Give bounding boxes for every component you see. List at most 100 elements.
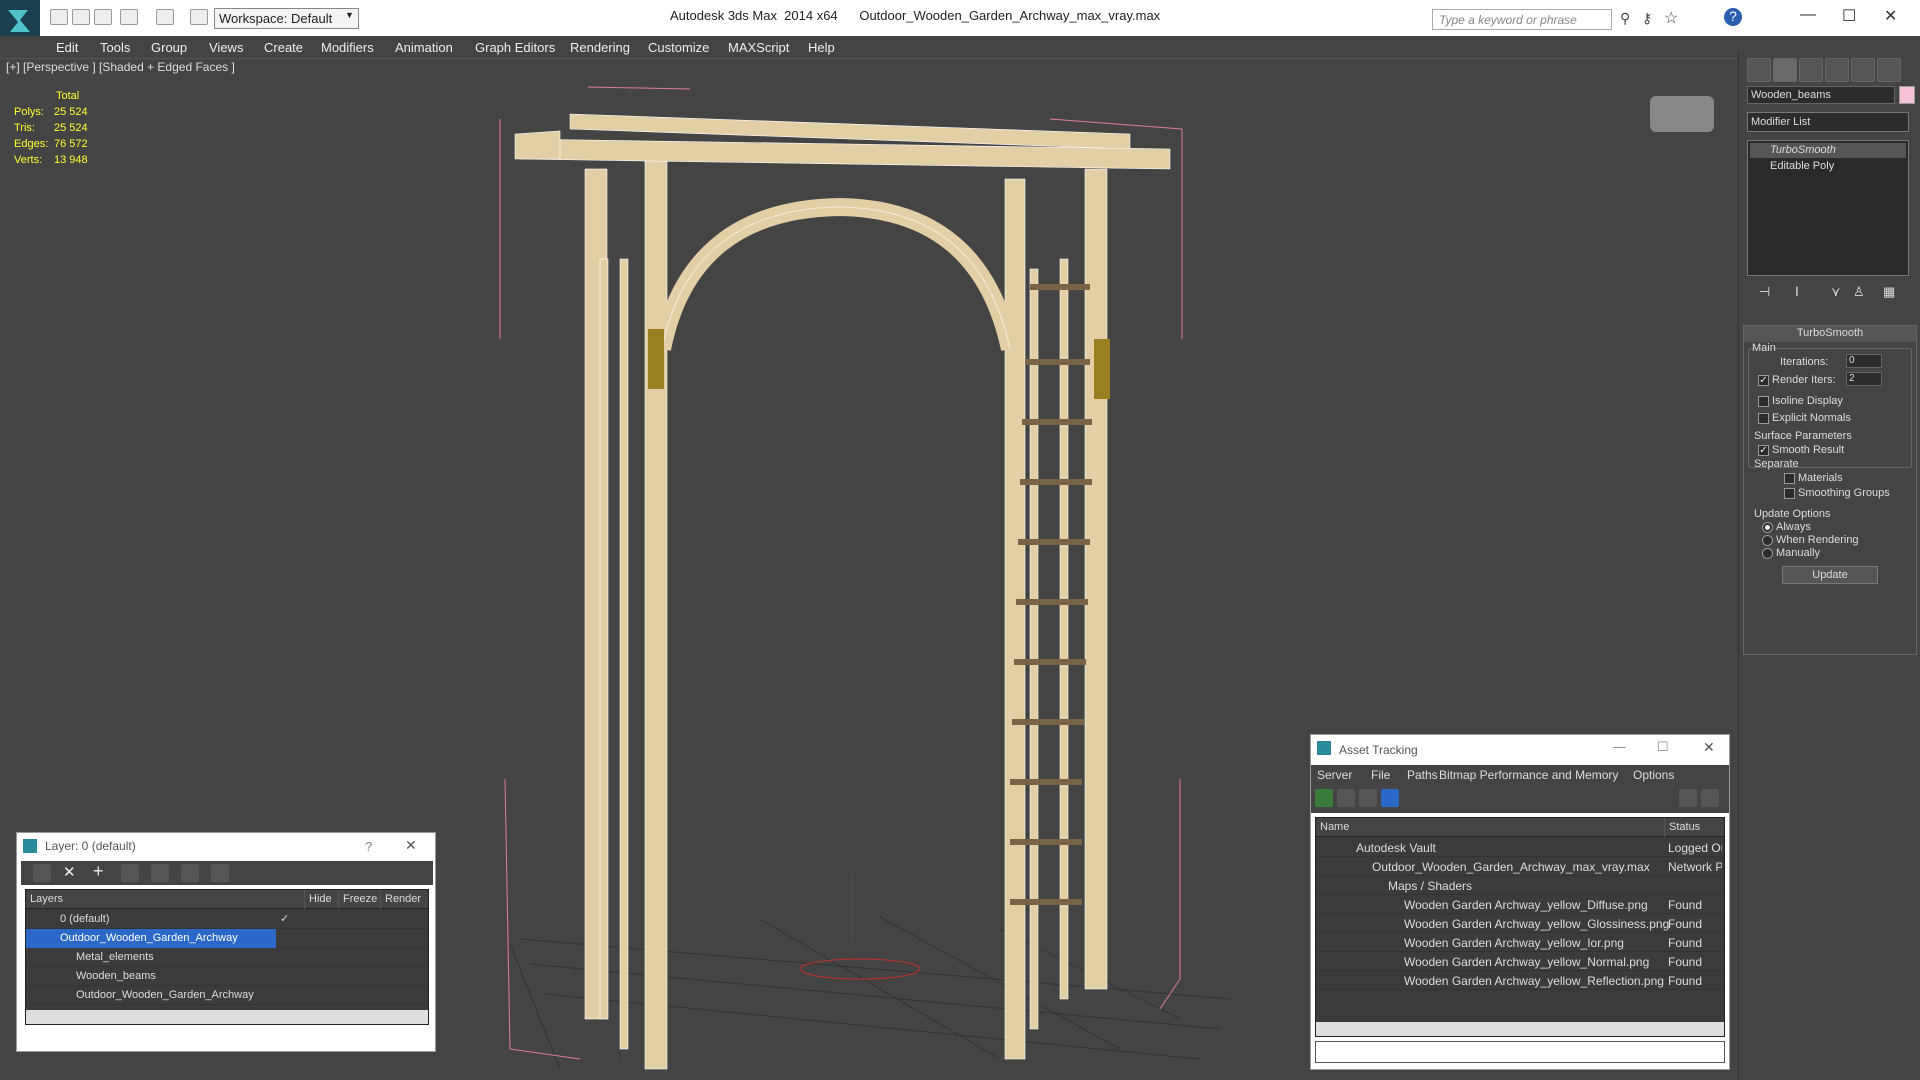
object-name-field[interactable]: Wooden_beams — [1747, 86, 1895, 104]
manually-radio[interactable] — [1762, 548, 1773, 559]
menu-maxscript[interactable]: MAXScript — [728, 40, 789, 55]
save-file-icon[interactable] — [94, 9, 112, 25]
smoothing-groups-checkbox[interactable] — [1784, 488, 1795, 499]
asset-maximize-icon[interactable]: ☐ — [1657, 739, 1669, 755]
asset-row[interactable]: Wooden Garden Archway_yellow_Ior.png Foun… — [1316, 933, 1724, 952]
col-freeze[interactable]: Freeze — [338, 890, 377, 909]
redo-icon[interactable] — [156, 9, 174, 25]
layer-row[interactable]: Metal_elements — [26, 948, 428, 967]
when-rendering-radio[interactable] — [1762, 535, 1773, 546]
menu-views[interactable]: Views — [209, 40, 243, 55]
col-status[interactable]: Status — [1664, 818, 1700, 837]
always-radio[interactable] — [1762, 522, 1773, 533]
asset-path-field[interactable] — [1315, 1041, 1725, 1063]
asset-menu-file[interactable]: File — [1371, 768, 1390, 782]
motion-tab-icon[interactable] — [1825, 58, 1849, 82]
modify-tab-icon[interactable] — [1773, 58, 1797, 82]
menu-rendering[interactable]: Rendering — [570, 40, 630, 55]
menu-edit[interactable]: Edit — [56, 40, 78, 55]
asset-menu-paths[interactable]: Paths — [1407, 768, 1438, 782]
stack-item-editable-poly[interactable]: Editable Poly — [1750, 159, 1906, 174]
thumbnail-view-icon[interactable] — [1359, 789, 1377, 807]
col-layers[interactable]: Layers — [30, 893, 63, 905]
key-icon[interactable]: ⚷ — [1642, 10, 1652, 27]
update-button[interactable]: Update — [1782, 566, 1878, 584]
table-view-icon[interactable] — [1381, 789, 1399, 807]
explicit-normals-checkbox[interactable] — [1758, 413, 1769, 424]
freeze-unfreeze-all-icon[interactable] — [211, 864, 229, 882]
highlight-selected-icon[interactable] — [151, 864, 169, 882]
close-icon[interactable]: ✕ — [1884, 6, 1897, 26]
asset-scrollbar[interactable] — [1316, 1022, 1724, 1036]
layer-row[interactable]: Outdoor_Wooden_Garden_Archway — [26, 929, 428, 948]
asset-row[interactable]: Wooden Garden Archway_yellow_Glossiness.… — [1316, 914, 1724, 933]
star-icon[interactable]: ☆ — [1664, 8, 1678, 28]
undo-icon[interactable] — [120, 9, 138, 25]
asset-row[interactable]: Wooden Garden Archway_yellow_Diffuse.png… — [1316, 895, 1724, 914]
menu-help[interactable]: Help — [808, 40, 835, 55]
viewcube[interactable] — [1650, 96, 1714, 132]
asset-row[interactable]: Maps / Shaders — [1316, 876, 1724, 895]
layers-scrollbar[interactable] — [26, 1010, 428, 1024]
search-input[interactable]: Type a keyword or phrase — [1432, 9, 1612, 30]
maximize-icon[interactable]: ☐ — [1842, 6, 1856, 26]
create-layer-icon[interactable] — [33, 864, 51, 882]
binoculars-icon[interactable]: ⚲ — [1620, 10, 1630, 27]
minimize-icon[interactable]: — — [1800, 6, 1816, 24]
iterations-spinner[interactable]: 0 — [1846, 354, 1882, 368]
smooth-result-checkbox[interactable] — [1758, 445, 1769, 456]
create-tab-icon[interactable] — [1747, 58, 1771, 82]
render-iters-checkbox[interactable] — [1758, 375, 1769, 386]
add-to-layer-icon[interactable]: + — [93, 861, 104, 882]
asset-menu-bitmap[interactable]: Bitmap Performance and Memory — [1439, 768, 1618, 782]
layer-row[interactable]: Outdoor_Wooden_Garden_Archway — [26, 986, 428, 1005]
list-view-icon[interactable] — [1337, 789, 1355, 807]
new-file-icon[interactable] — [50, 9, 68, 25]
layer-close-icon[interactable]: ✕ — [405, 837, 417, 854]
menu-tools[interactable]: Tools — [100, 40, 130, 55]
menu-modifiers[interactable]: Modifiers — [321, 40, 374, 55]
asset-help-icon[interactable] — [1679, 789, 1697, 807]
menu-customize[interactable]: Customize — [648, 40, 709, 55]
remove-modifier-icon[interactable]: ♙ — [1853, 284, 1865, 300]
hierarchy-tab-icon[interactable] — [1799, 58, 1823, 82]
layer-help-icon[interactable]: ? — [365, 839, 372, 854]
refresh-icon[interactable] — [1315, 789, 1333, 807]
isoline-display-checkbox[interactable] — [1758, 396, 1769, 407]
asset-row[interactable]: Wooden Garden Archway_yellow_Reflection.… — [1316, 971, 1724, 990]
workspace-dropdown[interactable]: Workspace: Default — [214, 8, 359, 29]
menu-graph-editors[interactable]: Graph Editors — [475, 40, 555, 55]
rollout-title[interactable]: TurboSmooth — [1744, 326, 1916, 342]
asset-row[interactable]: Autodesk Vault Logged Ou — [1316, 838, 1724, 857]
object-color-swatch[interactable] — [1899, 86, 1915, 104]
make-unique-icon[interactable]: ⋎ — [1831, 284, 1841, 300]
configure-sets-icon[interactable]: ▦ — [1883, 284, 1895, 300]
delete-layer-icon[interactable]: ✕ — [63, 863, 76, 881]
asset-close-icon[interactable]: ✕ — [1703, 739, 1715, 756]
viewport-label[interactable]: [+] [Perspective ] [Shaded + Edged Faces… — [6, 60, 235, 74]
help-icon[interactable]: ? — [1724, 8, 1742, 26]
asset-row[interactable]: Wooden Garden Archway_yellow_Normal.png F… — [1316, 952, 1724, 971]
display-tab-icon[interactable] — [1851, 58, 1875, 82]
render-iters-spinner[interactable]: 2 — [1846, 372, 1882, 386]
show-end-result-icon[interactable]: Ⅰ — [1795, 284, 1799, 300]
menu-create[interactable]: Create — [264, 40, 303, 55]
asset-row[interactable]: Outdoor_Wooden_Garden_Archway_max_vray.m… — [1316, 857, 1724, 876]
asset-menu-options[interactable]: Options — [1633, 768, 1674, 782]
hide-unhide-all-icon[interactable] — [181, 864, 199, 882]
stack-item-turbosmooth[interactable]: TurboSmooth — [1750, 143, 1906, 158]
modifier-list-dropdown[interactable]: Modifier List — [1747, 112, 1909, 132]
open-file-icon[interactable] — [72, 9, 90, 25]
chevron-down-icon[interactable]: ▼ — [345, 10, 354, 20]
asset-minimize-icon[interactable]: — — [1613, 739, 1626, 754]
pin-stack-icon[interactable]: ⊣ — [1759, 284, 1770, 300]
project-folder-icon[interactable] — [190, 9, 208, 25]
materials-checkbox[interactable] — [1784, 473, 1795, 484]
utilities-tab-icon[interactable] — [1877, 58, 1901, 82]
menu-animation[interactable]: Animation — [395, 40, 453, 55]
menu-group[interactable]: Group — [151, 40, 187, 55]
asset-settings-icon[interactable] — [1701, 789, 1719, 807]
col-name[interactable]: Name — [1320, 821, 1349, 833]
layer-row[interactable]: 0 (default) ✓ — [26, 910, 428, 929]
col-render[interactable]: Render — [380, 890, 421, 909]
